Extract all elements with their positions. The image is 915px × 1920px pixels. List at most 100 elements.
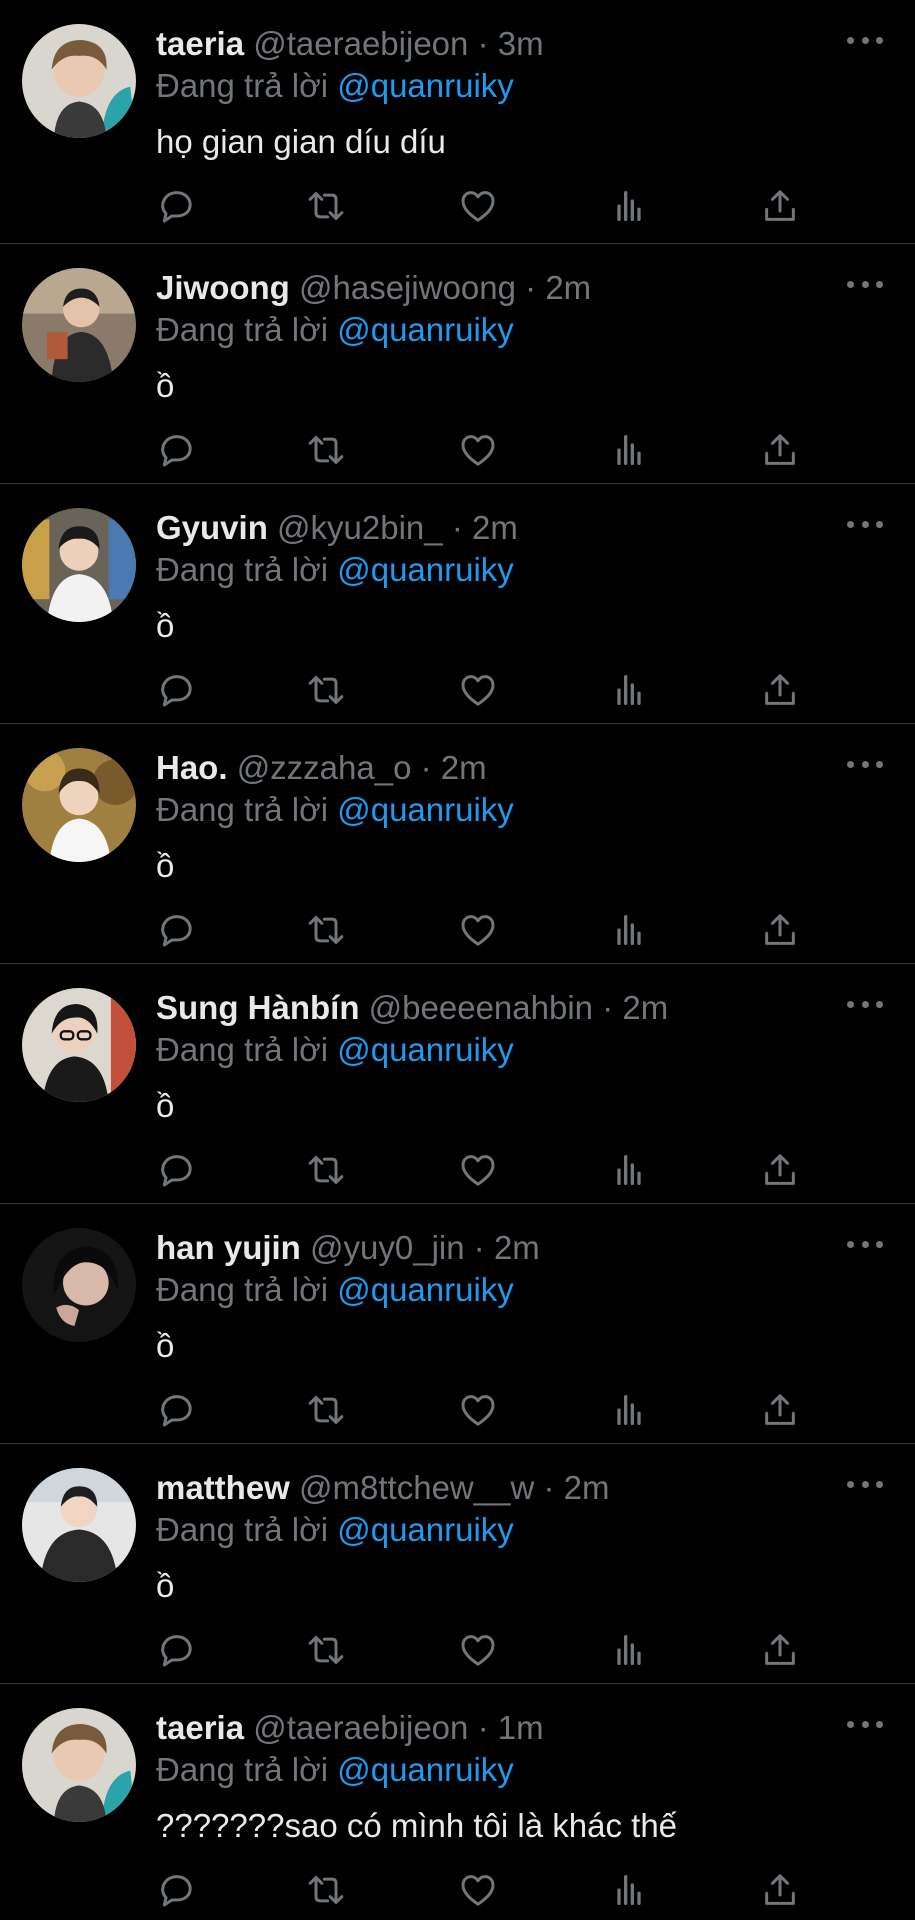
- reply-icon[interactable]: [156, 1150, 196, 1190]
- display-name[interactable]: taeria: [156, 25, 244, 62]
- display-name[interactable]: Hao.: [156, 749, 228, 786]
- avatar[interactable]: [22, 508, 136, 622]
- reply-icon[interactable]: [156, 186, 196, 226]
- avatar[interactable]: [22, 24, 136, 138]
- views-icon[interactable]: [609, 1390, 649, 1430]
- reply-icon[interactable]: [156, 910, 196, 950]
- replying-to-label: Đang trả lời: [156, 67, 329, 104]
- retweet-icon[interactable]: [306, 1630, 346, 1670]
- display-name[interactable]: han yujin: [156, 1229, 301, 1266]
- retweet-icon[interactable]: [306, 1870, 346, 1910]
- avatar[interactable]: [22, 268, 136, 382]
- reply-icon[interactable]: [156, 1870, 196, 1910]
- avatar[interactable]: [22, 1228, 136, 1342]
- share-icon[interactable]: [760, 910, 800, 950]
- more-icon[interactable]: [847, 1474, 883, 1494]
- retweet-icon[interactable]: [306, 1390, 346, 1430]
- retweet-icon[interactable]: [306, 430, 346, 470]
- display-name[interactable]: Sung Hànbín: [156, 989, 359, 1026]
- more-icon[interactable]: [847, 1234, 883, 1254]
- timestamp[interactable]: 2m: [472, 509, 518, 546]
- timestamp[interactable]: 2m: [441, 749, 487, 786]
- views-icon[interactable]: [609, 186, 649, 226]
- user-handle[interactable]: @kyu2bin_: [277, 509, 443, 546]
- share-icon[interactable]: [760, 1150, 800, 1190]
- share-icon[interactable]: [760, 1870, 800, 1910]
- tweet[interactable]: taeria @taeraebijeon · 1m Đang trả lời @…: [0, 1684, 915, 1920]
- timestamp[interactable]: 2m: [494, 1229, 540, 1266]
- mention-link[interactable]: @quanruiky: [337, 551, 514, 588]
- user-handle[interactable]: @m8ttchew__w: [299, 1469, 534, 1506]
- mention-link[interactable]: @quanruiky: [337, 67, 514, 104]
- reply-icon[interactable]: [156, 1390, 196, 1430]
- more-icon[interactable]: [847, 274, 883, 294]
- mention-link[interactable]: @quanruiky: [337, 1031, 514, 1068]
- reply-icon[interactable]: [156, 1630, 196, 1670]
- retweet-icon[interactable]: [306, 910, 346, 950]
- mention-link[interactable]: @quanruiky: [337, 791, 514, 828]
- mention-link[interactable]: @quanruiky: [337, 1271, 514, 1308]
- like-icon[interactable]: [458, 1870, 498, 1910]
- retweet-icon[interactable]: [306, 186, 346, 226]
- user-handle[interactable]: @taeraebijeon: [253, 25, 468, 62]
- replying-to: Đang trả lời @quanruiky: [156, 1028, 514, 1072]
- tweet[interactable]: Jiwoong @hasejiwoong · 2m Đang trả lời @…: [0, 244, 915, 484]
- user-handle[interactable]: @taeraebijeon: [253, 1709, 468, 1746]
- share-icon[interactable]: [760, 430, 800, 470]
- mention-link[interactable]: @quanruiky: [337, 1751, 514, 1788]
- tweet[interactable]: han yujin @yuy0_jin · 2m Đang trả lời @q…: [0, 1204, 915, 1444]
- mention-link[interactable]: @quanruiky: [337, 311, 514, 348]
- retweet-icon[interactable]: [306, 1150, 346, 1190]
- views-icon[interactable]: [609, 1870, 649, 1910]
- reply-icon[interactable]: [156, 430, 196, 470]
- like-icon[interactable]: [458, 1630, 498, 1670]
- views-icon[interactable]: [609, 430, 649, 470]
- share-icon[interactable]: [760, 670, 800, 710]
- avatar[interactable]: [22, 748, 136, 862]
- more-icon[interactable]: [847, 1714, 883, 1734]
- display-name[interactable]: Gyuvin: [156, 509, 268, 546]
- timestamp[interactable]: 3m: [498, 25, 544, 62]
- user-handle[interactable]: @yuy0_jin: [310, 1229, 465, 1266]
- share-icon[interactable]: [760, 1630, 800, 1670]
- user-handle[interactable]: @beeeenahbin: [369, 989, 593, 1026]
- like-icon[interactable]: [458, 1390, 498, 1430]
- share-icon[interactable]: [760, 186, 800, 226]
- more-icon[interactable]: [847, 30, 883, 50]
- timestamp[interactable]: 2m: [564, 1469, 610, 1506]
- like-icon[interactable]: [458, 670, 498, 710]
- timestamp[interactable]: 2m: [622, 989, 668, 1026]
- avatar[interactable]: [22, 988, 136, 1102]
- retweet-icon[interactable]: [306, 670, 346, 710]
- separator: ·: [451, 509, 463, 546]
- tweet[interactable]: Gyuvin @kyu2bin_ · 2m Đang trả lời @quan…: [0, 484, 915, 724]
- timestamp[interactable]: 1m: [498, 1709, 544, 1746]
- tweet[interactable]: Hao. @zzzaha_o · 2m Đang trả lời @quanru…: [0, 724, 915, 964]
- tweet[interactable]: Sung Hànbín @beeeenahbin · 2m Đang trả l…: [0, 964, 915, 1204]
- like-icon[interactable]: [458, 1150, 498, 1190]
- like-icon[interactable]: [458, 430, 498, 470]
- display-name[interactable]: matthew: [156, 1469, 290, 1506]
- display-name[interactable]: Jiwoong: [156, 269, 290, 306]
- more-icon[interactable]: [847, 514, 883, 534]
- share-icon[interactable]: [760, 1390, 800, 1430]
- tweet[interactable]: matthew @m8ttchew__w · 2m Đang trả lời @…: [0, 1444, 915, 1684]
- like-icon[interactable]: [458, 910, 498, 950]
- replying-to-label: Đang trả lời: [156, 1511, 329, 1548]
- user-handle[interactable]: @hasejiwoong: [299, 269, 516, 306]
- views-icon[interactable]: [609, 1630, 649, 1670]
- display-name[interactable]: taeria: [156, 1709, 244, 1746]
- like-icon[interactable]: [458, 186, 498, 226]
- reply-icon[interactable]: [156, 670, 196, 710]
- user-handle[interactable]: @zzzaha_o: [237, 749, 412, 786]
- views-icon[interactable]: [609, 670, 649, 710]
- more-icon[interactable]: [847, 754, 883, 774]
- avatar[interactable]: [22, 1468, 136, 1582]
- timestamp[interactable]: 2m: [545, 269, 591, 306]
- views-icon[interactable]: [609, 1150, 649, 1190]
- avatar[interactable]: [22, 1708, 136, 1822]
- more-icon[interactable]: [847, 994, 883, 1014]
- views-icon[interactable]: [609, 910, 649, 950]
- mention-link[interactable]: @quanruiky: [337, 1511, 514, 1548]
- tweet[interactable]: taeria @taeraebijeon · 3m Đang trả lời @…: [0, 0, 915, 244]
